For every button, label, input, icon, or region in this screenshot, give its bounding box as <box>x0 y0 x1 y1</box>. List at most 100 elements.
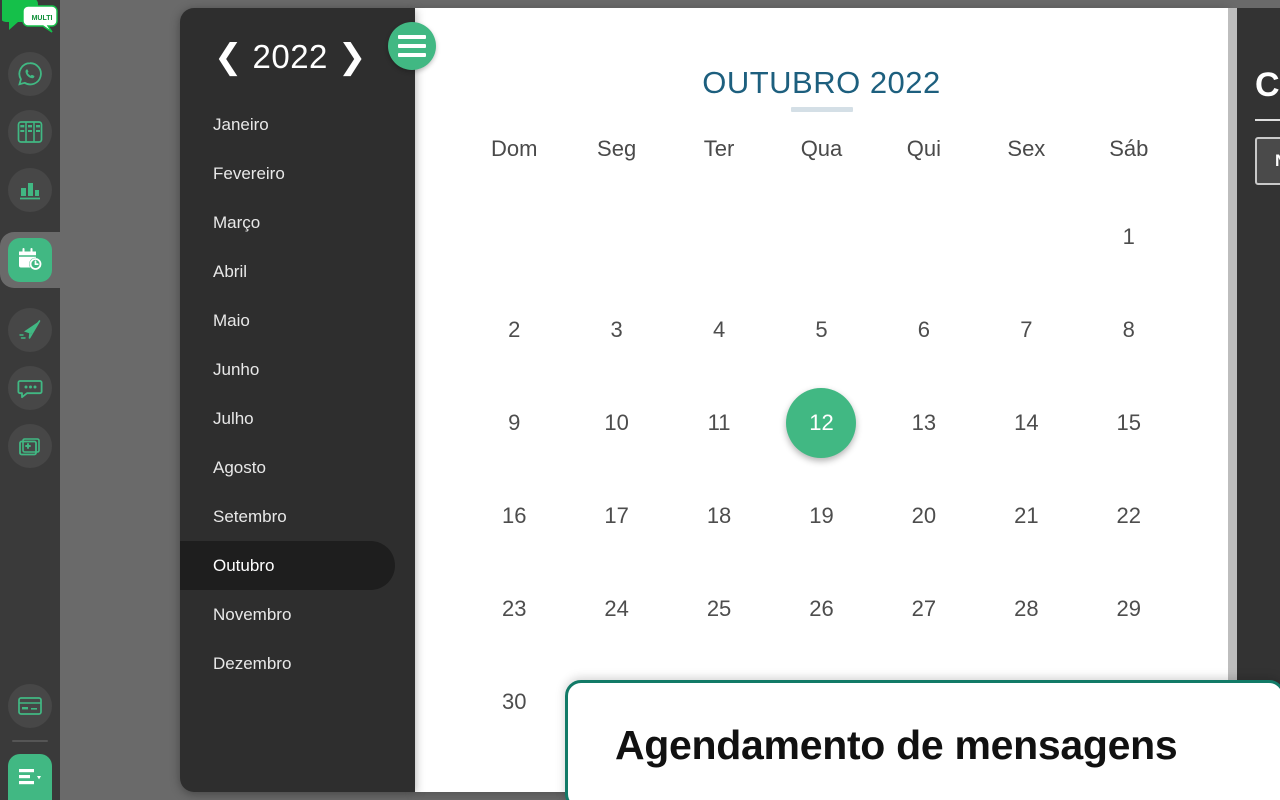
calendar-day-cell[interactable]: 18 <box>668 469 770 562</box>
calendar-day-cell[interactable]: 16 <box>463 469 565 562</box>
calendar-day-cell[interactable]: 6 <box>873 283 975 376</box>
sidebar-item-reports[interactable] <box>8 168 52 212</box>
month-item-fevereiro[interactable]: Fevereiro <box>180 149 415 198</box>
month-item-outubro[interactable]: Outubro <box>180 541 395 590</box>
month-item-janeiro[interactable]: Janeiro <box>180 100 415 149</box>
calendar-day-number: 28 <box>1014 595 1039 621</box>
calendar-day-cell[interactable]: 20 <box>873 469 975 562</box>
month-item-agosto[interactable]: Agosto <box>180 443 415 492</box>
app-logo[interactable]: MULTI <box>0 0 60 44</box>
bar-chart-icon <box>20 183 40 200</box>
calendar-day-cell[interactable]: 19 <box>770 469 872 562</box>
calendar-day-number: 15 <box>1116 409 1142 435</box>
month-item-abril[interactable]: Abril <box>180 247 415 296</box>
calendar-day-cell[interactable]: 24 <box>565 562 667 655</box>
calendar-day-cell[interactable]: 1 <box>1078 190 1180 283</box>
sidebar-item-send[interactable] <box>8 308 52 352</box>
calendar-day-cell[interactable]: 17 <box>565 469 667 562</box>
calendar-weekday-row: Dom Seg Ter Qua Qui Sex Sáb <box>415 128 1228 174</box>
calendar-day-cell[interactable]: 8 <box>1078 283 1180 376</box>
calendar-day-number: 24 <box>604 595 629 621</box>
calendar-day-cell[interactable]: 14 <box>975 376 1077 469</box>
hamburger-menu-button[interactable] <box>388 22 436 70</box>
calendar-day-cell[interactable]: 28 <box>975 562 1077 655</box>
calendar-weekday: Qua <box>800 136 843 161</box>
calendar-day-cell[interactable]: 13 <box>873 376 975 469</box>
months-sidebar: ❮ 2022 ❯ Janeiro Fevereiro Março Abril Maio J… <box>180 8 415 792</box>
callout-title: Agendamento de mensagens <box>615 721 1178 768</box>
calendar-day-number: 13 <box>911 409 937 435</box>
menu-button[interactable] <box>8 754 52 800</box>
hamburger-bar <box>398 53 426 57</box>
new-contact-button[interactable]: Novo contato <box>1255 137 1280 185</box>
calendar-day-cell[interactable]: 5 <box>770 283 872 376</box>
calendar-day-cell[interactable]: 30 <box>463 655 565 748</box>
month-item-novembro[interactable]: Novembro <box>180 590 415 639</box>
calendar-day-number: 30 <box>501 688 527 714</box>
calendar-day-cell[interactable]: 10 <box>565 376 667 469</box>
calendar-day-cell[interactable]: 4 <box>668 283 770 376</box>
calendar-day-number: 7 <box>1020 316 1033 342</box>
year-navigator: ❮ 2022 ❯ <box>180 8 415 76</box>
calendar-day-empty <box>873 190 975 283</box>
sidebar-item-whatsapp[interactable] <box>8 52 52 96</box>
calendar-day-number: 18 <box>706 502 732 528</box>
calendar-day-cell[interactable]: 7 <box>975 283 1077 376</box>
calendar-weekday: Qui <box>906 136 942 161</box>
calendar-day-number: 29 <box>1116 595 1142 621</box>
logo-text: MULTI <box>32 15 53 22</box>
month-item-dezembro[interactable]: Dezembro <box>180 639 415 688</box>
calendar-day-number: 10 <box>604 409 629 435</box>
calendar-day-number: 1 <box>1122 223 1135 249</box>
calendar-day-cell[interactable]: 9 <box>463 376 565 469</box>
calendar-weekday: Sex <box>1007 136 1046 161</box>
calendar-day-number: 16 <box>501 502 527 528</box>
calendar-title-underline <box>790 107 853 112</box>
calendar-day-cell[interactable]: 22 <box>1078 469 1180 562</box>
calendar-day-cell[interactable]: 29 <box>1078 562 1180 655</box>
month-item-março[interactable]: Março <box>180 198 415 247</box>
chat-bubble-logo-icon: MULTI <box>2 0 58 33</box>
calendar-day-cell[interactable]: 27 <box>873 562 975 655</box>
calendar-day-cell[interactable]: 11 <box>668 376 770 469</box>
calendar-day-empty <box>463 190 565 283</box>
sidebar-item-payments[interactable] <box>8 684 52 728</box>
calendar-day-cell[interactable]: 25 <box>668 562 770 655</box>
feature-callout-card: Agendamento de mensagens <box>565 680 1280 800</box>
month-item-setembro[interactable]: Setembro <box>180 492 415 541</box>
contacts-panel-title: Contatos <box>1255 66 1280 104</box>
calendar-day-number: 3 <box>610 316 623 342</box>
add-card-icon <box>19 438 40 456</box>
calendar-day-number: 20 <box>911 502 937 528</box>
hamburger-bar <box>398 44 426 48</box>
calendar-day-selected[interactable]: 12 <box>770 376 872 469</box>
sidebar-item-kanban[interactable] <box>8 110 52 154</box>
calendar-day-cell[interactable]: 2 <box>463 283 565 376</box>
next-year-button[interactable]: ❯ <box>338 40 367 74</box>
contacts-panel-rule <box>1255 119 1280 121</box>
calendar-day-cell[interactable]: 15 <box>1078 376 1180 469</box>
calendar-title: OUTUBRO 2022 <box>702 65 941 100</box>
prev-year-button[interactable]: ❮ <box>214 40 243 74</box>
calendar-day-number: 11 <box>707 409 731 435</box>
year-label: 2022 <box>252 38 328 75</box>
calendar-clock-icon <box>19 248 42 271</box>
month-item-junho[interactable]: Junho <box>180 345 415 394</box>
month-item-maio[interactable]: Maio <box>180 296 415 345</box>
whatsapp-icon <box>18 62 42 86</box>
sidebar-item-scheduling[interactable] <box>0 232 60 288</box>
calendar-day-cell[interactable]: 21 <box>975 469 1077 562</box>
calendar-day-empty <box>565 190 667 283</box>
contacts-panel: Contatos Novo contato <box>1237 8 1280 778</box>
left-icon-rail: MULTI <box>0 0 60 800</box>
calendar-day-cell[interactable]: 26 <box>770 562 872 655</box>
calendar-day-number: 14 <box>1014 409 1039 435</box>
sidebar-item-add[interactable] <box>8 424 52 468</box>
month-item-julho[interactable]: Julho <box>180 394 415 443</box>
calendar-day-number: 23 <box>501 595 527 621</box>
calendar-day-cell[interactable]: 3 <box>565 283 667 376</box>
calendar-day-cell[interactable]: 23 <box>463 562 565 655</box>
sidebar-item-messages[interactable] <box>8 366 52 410</box>
credit-card-icon <box>18 697 42 715</box>
kanban-icon <box>17 121 43 143</box>
